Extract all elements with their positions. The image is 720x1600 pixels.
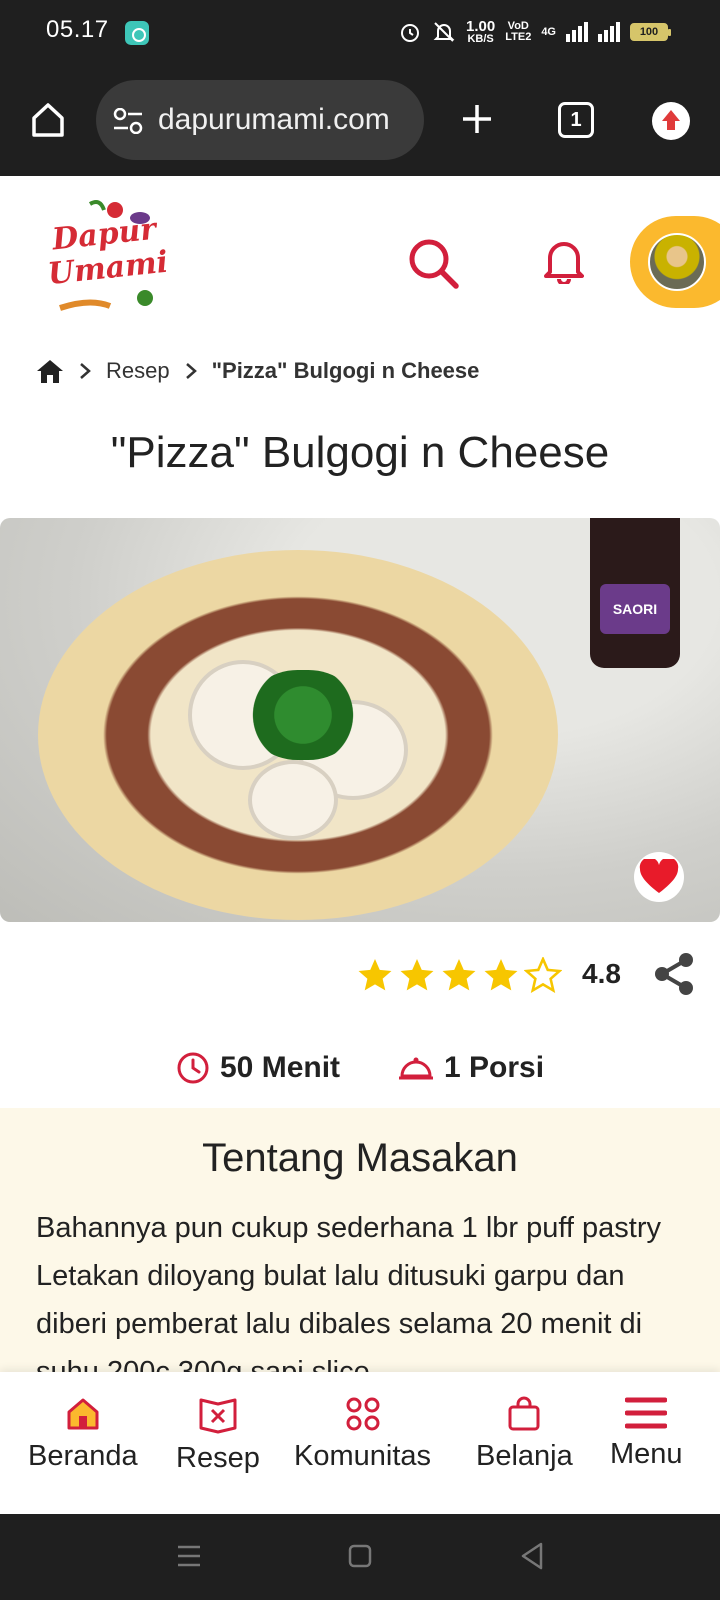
cloche-icon xyxy=(399,1057,434,1080)
status-icons: 1.00 KB/S VoD LTE2 4G 100 xyxy=(398,16,671,48)
about-text: Bahannya pun cukup sederhana 1 lbr puff … xyxy=(36,1212,662,1372)
scallion-garnish xyxy=(248,670,358,760)
clock-icon xyxy=(177,1052,209,1084)
star-filled-icon xyxy=(442,959,476,991)
star-filled-icon xyxy=(358,959,392,991)
chevron-right-icon xyxy=(80,363,91,379)
site-header: Dapur Umami xyxy=(0,176,720,346)
bell-icon[interactable] xyxy=(544,238,584,284)
nav-komunitas[interactable]: Komunitas xyxy=(294,1396,431,1473)
portion: 1 Porsi xyxy=(398,1051,544,1085)
portion-value: 1 Porsi xyxy=(444,1051,545,1084)
nav-label: Komunitas xyxy=(294,1440,432,1472)
status-bar: 05.17 1.00 KB/S VoD LTE2 4G 100 xyxy=(0,0,720,64)
about-section: Tentang Masakan Bahannya pun cukup seder… xyxy=(0,1108,720,1372)
net-speed: 1.00 KB/S xyxy=(466,19,495,45)
site-settings-icon[interactable] xyxy=(112,108,144,134)
hamburger-icon xyxy=(625,1397,668,1429)
browser-toolbar: dapurumami.com 1 xyxy=(0,64,720,176)
duration: 50 Menit xyxy=(176,1051,340,1085)
recipe-meta: 50 Menit 1 Porsi xyxy=(176,1046,544,1090)
nav-beranda[interactable]: Beranda xyxy=(28,1396,138,1473)
star-filled-icon xyxy=(484,959,518,991)
battery-level: 100 xyxy=(639,26,659,38)
nav-label: Resep xyxy=(176,1442,260,1474)
home-icon[interactable] xyxy=(28,100,68,140)
status-time: 05.17 xyxy=(46,16,109,43)
avatar xyxy=(648,233,706,291)
network-type: 4G xyxy=(541,25,556,38)
star-filled-icon xyxy=(400,959,434,991)
recipe-book-icon xyxy=(199,1398,237,1434)
signal-icon-2 xyxy=(598,22,620,42)
recipe-image: SAORI xyxy=(0,518,720,922)
chevron-right-icon xyxy=(185,363,197,379)
net-speed-value: 1.00 xyxy=(466,18,496,35)
app-notification-icon xyxy=(125,21,149,45)
nav-label: Menu xyxy=(610,1438,683,1470)
system-nav-bar xyxy=(0,1514,720,1600)
profile-button[interactable] xyxy=(630,216,720,308)
net-speed-unit: KB/S xyxy=(467,33,494,45)
update-icon[interactable] xyxy=(652,102,690,140)
bottom-nav: Beranda Resep Komunitas Belanja Menu xyxy=(0,1372,720,1514)
back-icon[interactable] xyxy=(520,1542,544,1570)
bottle-label: SAORI xyxy=(600,584,670,634)
volte-bottom: LTE2 xyxy=(505,31,532,43)
battery-icon: 100 xyxy=(630,23,671,41)
search-icon[interactable] xyxy=(406,236,462,292)
address-bar[interactable]: dapurumami.com xyxy=(96,80,424,160)
about-title: Tentang Masakan xyxy=(202,1136,518,1180)
sauce-bottle: SAORI xyxy=(590,518,680,668)
community-icon xyxy=(346,1397,379,1431)
logo-text: Dapur Umami xyxy=(43,212,169,292)
heart-icon xyxy=(639,859,679,893)
page-title: "Pizza" Bulgogi n Cheese xyxy=(110,428,610,477)
duration-value: 50 Menit xyxy=(220,1051,341,1084)
nav-resep[interactable]: Resep xyxy=(176,1396,260,1475)
share-icon[interactable] xyxy=(652,952,696,996)
nav-label: Belanja xyxy=(476,1440,573,1472)
nav-label: Beranda xyxy=(28,1440,138,1472)
home-icon xyxy=(67,1398,99,1430)
breadcrumb-item-current: "Pizza" Bulgogi n Cheese xyxy=(211,358,480,383)
new-tab-icon[interactable] xyxy=(460,102,494,136)
tab-switcher-button[interactable]: 1 xyxy=(558,102,594,138)
rating-stars xyxy=(356,950,562,1000)
onion-ring xyxy=(248,760,338,840)
dapur-umami-logo[interactable]: Dapur Umami xyxy=(40,198,170,318)
url-text[interactable]: dapurumami.com xyxy=(158,103,390,137)
volte-indicator: VoD LTE2 xyxy=(505,21,531,43)
breadcrumb: Resep "Pizza" Bulgogi n Cheese xyxy=(0,346,720,396)
mute-bell-icon xyxy=(433,22,455,42)
favorite-button[interactable] xyxy=(634,852,684,902)
home-icon[interactable] xyxy=(36,358,64,384)
signal-icon xyxy=(566,22,588,42)
rating-value: 4.8 xyxy=(582,958,621,989)
recent-apps-icon[interactable] xyxy=(176,1544,202,1568)
breadcrumb-item-resep[interactable]: Resep xyxy=(106,358,170,384)
home-nav-icon[interactable] xyxy=(348,1544,372,1568)
alarm-icon xyxy=(401,24,420,42)
star-empty-icon xyxy=(524,957,562,993)
shopping-bag-icon xyxy=(508,1396,540,1431)
nav-belanja[interactable]: Belanja xyxy=(476,1396,573,1473)
tab-count: 1 xyxy=(570,108,582,131)
nav-menu[interactable]: Menu xyxy=(610,1396,683,1471)
